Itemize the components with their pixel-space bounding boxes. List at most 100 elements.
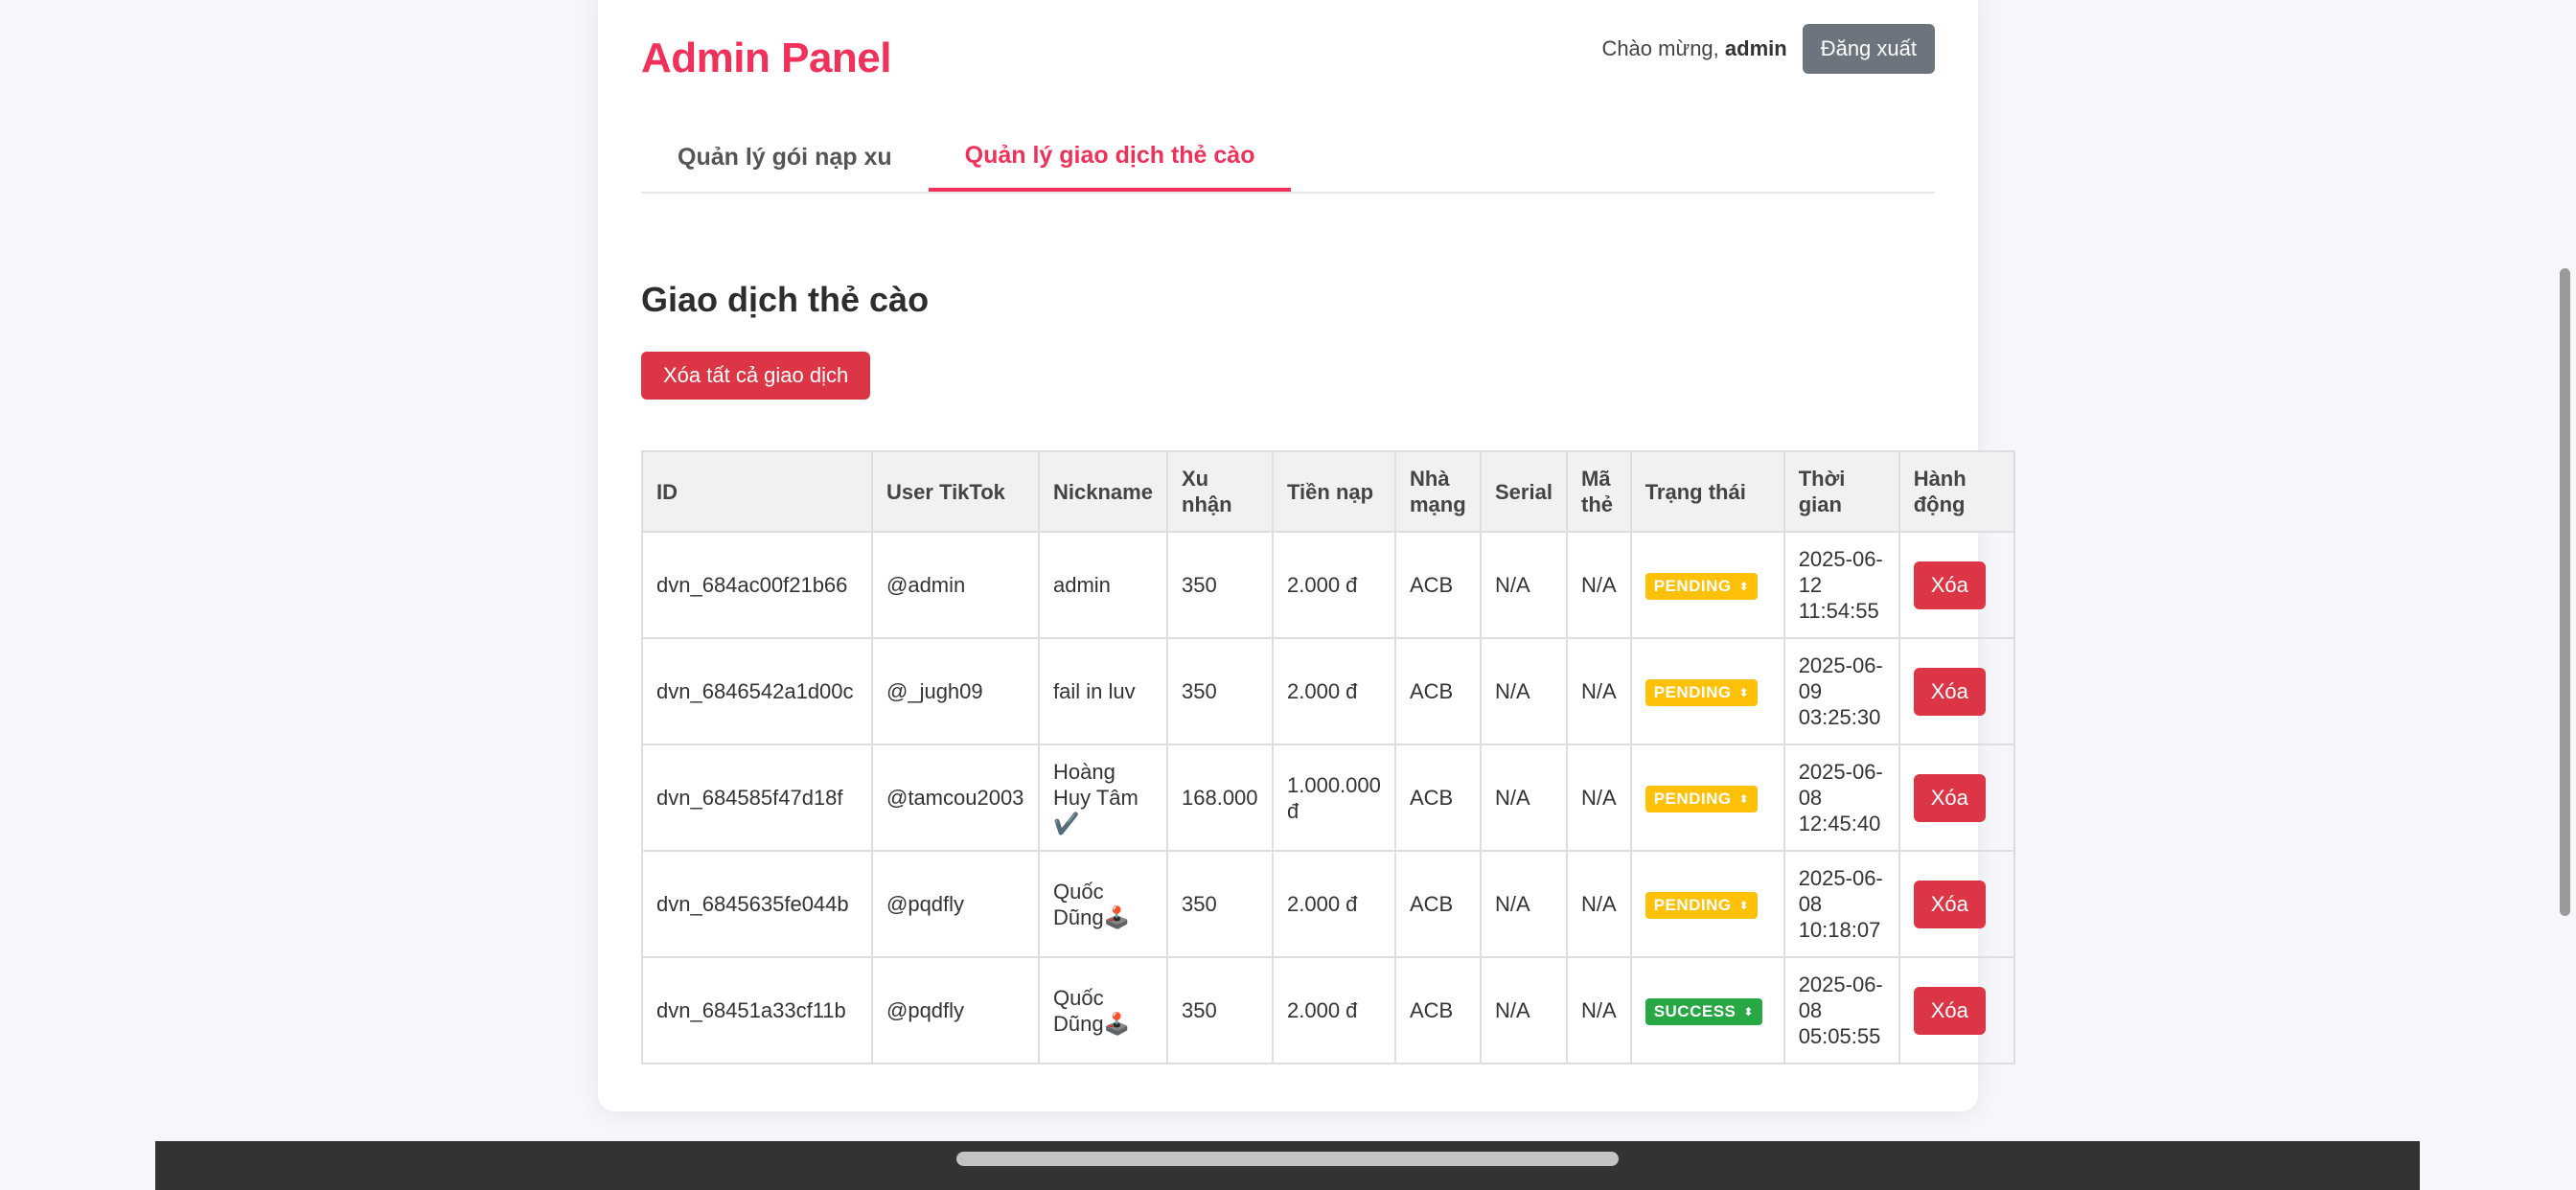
sort-chevron-icon: ⬍	[1743, 1004, 1754, 1018]
cell-hanh-dong: Xóa	[1898, 531, 2015, 639]
cell-id: dvn_684ac00f21b66	[641, 531, 873, 639]
cell-ma-the: N/A	[1566, 850, 1632, 958]
cell-serial: N/A	[1480, 956, 1568, 1064]
cell-serial: N/A	[1480, 531, 1568, 639]
status-badge-label: PENDING	[1653, 895, 1732, 914]
sort-chevron-icon: ⬍	[1738, 898, 1750, 912]
transactions-table: ID User TikTok Nickname Xu nhận Tiền nạp Nhà …	[641, 450, 2015, 1064]
vertical-scrollbar-thumb[interactable]	[2560, 268, 2570, 916]
cell-tien-nap: 1.000.000 đ	[1272, 744, 1396, 852]
delete-row-button[interactable]: Xóa	[1913, 986, 1986, 1035]
header-col-serial: Serial	[1480, 450, 1568, 533]
delete-row-button[interactable]: Xóa	[1913, 561, 1986, 609]
delete-row-button[interactable]: Xóa	[1913, 773, 1986, 822]
cell-user-tiktok: @tamcou2003	[871, 744, 1040, 852]
section-title: Giao dịch thẻ cào	[641, 280, 930, 319]
cell-thoi-gian: 2025-06-08 10:18:07	[1782, 850, 1900, 958]
cell-tien-nap: 2.000 đ	[1272, 956, 1396, 1064]
cell-xu-nhan: 350	[1166, 850, 1274, 958]
tab-coin-packages[interactable]: Quản lý gói nạp xu	[641, 123, 929, 192]
cell-trang-thai: PENDING ⬍	[1629, 850, 1785, 958]
status-badge-label: SUCCESS	[1653, 1001, 1736, 1020]
cell-trang-thai: SUCCESS ⬍	[1629, 956, 1785, 1064]
cell-user-tiktok: @pqdfly	[871, 956, 1040, 1064]
user-area: Chào mừng, admin Đăng xuất	[1601, 24, 1935, 74]
cell-thoi-gian: 2025-06-08 12:45:40	[1782, 744, 1900, 852]
header-col-nha-mang: Nhà mạng	[1394, 450, 1482, 533]
header-col-hanh-dong: Hành động	[1898, 450, 2015, 533]
delete-row-button[interactable]: Xóa	[1913, 880, 1986, 928]
status-badge[interactable]: PENDING ⬍	[1644, 891, 1759, 919]
cell-thoi-gian: 2025-06-08 05:05:55	[1782, 956, 1900, 1064]
table-row: dvn_6846542a1d00c @_jugh09 fail in luv 350 2…	[641, 637, 2015, 745]
cell-ma-the: N/A	[1566, 744, 1632, 852]
cell-tien-nap: 2.000 đ	[1272, 637, 1396, 745]
cell-hanh-dong: Xóa	[1898, 850, 2015, 958]
logout-button[interactable]: Đăng xuất	[1802, 24, 1935, 74]
cell-xu-nhan: 350	[1166, 531, 1274, 639]
cell-trang-thai: PENDING ⬍	[1629, 744, 1785, 852]
clear-all-transactions-button[interactable]: Xóa tất cả giao dịch	[641, 352, 871, 400]
sort-chevron-icon: ⬍	[1738, 579, 1750, 593]
cell-user-tiktok: @_jugh09	[871, 637, 1040, 745]
status-badge-label: PENDING	[1653, 789, 1732, 808]
cell-nickname: Quốc Dũng🕹️	[1038, 956, 1168, 1064]
cell-nha-mang: ACB	[1394, 637, 1482, 745]
cell-thoi-gian: 2025-06-09 03:25:30	[1782, 637, 1900, 745]
cell-ma-the: N/A	[1566, 956, 1632, 1064]
cell-nha-mang: ACB	[1394, 956, 1482, 1064]
status-badge[interactable]: SUCCESS ⬍	[1644, 997, 1762, 1025]
header-col-user-tiktok: User TikTok	[871, 450, 1040, 533]
table-row: dvn_68451a33cf11b @pqdfly Quốc Dũng🕹️ 350 2.…	[641, 956, 2015, 1064]
cell-nickname: admin	[1038, 531, 1168, 639]
cell-id: dvn_6845635fe044b	[641, 850, 873, 958]
cell-hanh-dong: Xóa	[1898, 637, 2015, 745]
cell-thoi-gian: 2025-06-12 11:54:55	[1782, 531, 1900, 639]
page-title: Admin Panel	[641, 34, 892, 81]
header-col-nickname: Nickname	[1038, 450, 1168, 533]
cell-nickname: Quốc Dũng🕹️	[1038, 850, 1168, 958]
cell-tien-nap: 2.000 đ	[1272, 850, 1396, 958]
welcome-text: Chào mừng, admin	[1601, 36, 1786, 61]
tab-card-transactions[interactable]: Quản lý giao dịch thẻ cào	[928, 123, 1292, 192]
table-row: dvn_684ac00f21b66 @admin admin 350 2.000 đ AC…	[641, 531, 2015, 639]
status-badge[interactable]: PENDING ⬍	[1644, 678, 1759, 706]
cell-ma-the: N/A	[1566, 637, 1632, 745]
cell-nickname: Hoàng Huy Tâm ✔️	[1038, 744, 1168, 852]
cell-serial: N/A	[1480, 744, 1568, 852]
cell-nha-mang: ACB	[1394, 850, 1482, 958]
cell-trang-thai: PENDING ⬍	[1629, 637, 1785, 745]
sort-chevron-icon: ⬍	[1738, 685, 1750, 699]
sort-chevron-icon: ⬍	[1738, 791, 1750, 806]
cell-xu-nhan: 350	[1166, 956, 1274, 1064]
status-badge[interactable]: PENDING ⬍	[1644, 785, 1759, 812]
cell-user-tiktok: @pqdfly	[871, 850, 1040, 958]
cell-user-tiktok: @admin	[871, 531, 1040, 639]
welcome-prefix: Chào mừng,	[1601, 36, 1725, 60]
cell-serial: N/A	[1480, 850, 1568, 958]
cell-xu-nhan: 350	[1166, 637, 1274, 745]
cell-nha-mang: ACB	[1394, 531, 1482, 639]
header-col-trang-thai: Trạng thái	[1629, 450, 1785, 533]
header-col-ma-the: Mã thẻ	[1566, 450, 1632, 533]
cell-xu-nhan: 168.000	[1166, 744, 1274, 852]
table-row: dvn_684585f47d18f @tamcou2003 Hoàng Huy Tâ…	[641, 744, 2015, 852]
header-col-thoi-gian: Thời gian	[1782, 450, 1900, 533]
cell-nha-mang: ACB	[1394, 744, 1482, 852]
cell-id: dvn_6846542a1d00c	[641, 637, 873, 745]
header-col-tien-nap: Tiền nạp	[1272, 450, 1396, 533]
status-badge-label: PENDING	[1653, 576, 1732, 595]
status-badge[interactable]: PENDING ⬍	[1644, 572, 1759, 600]
cell-hanh-dong: Xóa	[1898, 744, 2015, 852]
status-badge-label: PENDING	[1653, 682, 1732, 701]
cell-id: dvn_684585f47d18f	[641, 744, 873, 852]
cell-hanh-dong: Xóa	[1898, 956, 2015, 1064]
header-col-id: ID	[641, 450, 873, 533]
cell-nickname: fail in luv	[1038, 637, 1168, 745]
cell-ma-the: N/A	[1566, 531, 1632, 639]
tab-bar: Quản lý gói nạp xu Quản lý giao dịch thẻ…	[641, 123, 1935, 194]
horizontal-scrollbar-thumb[interactable]	[956, 1152, 1619, 1166]
header-col-xu-nhan: Xu nhận	[1166, 450, 1274, 533]
username: admin	[1724, 36, 1787, 60]
delete-row-button[interactable]: Xóa	[1913, 667, 1986, 716]
